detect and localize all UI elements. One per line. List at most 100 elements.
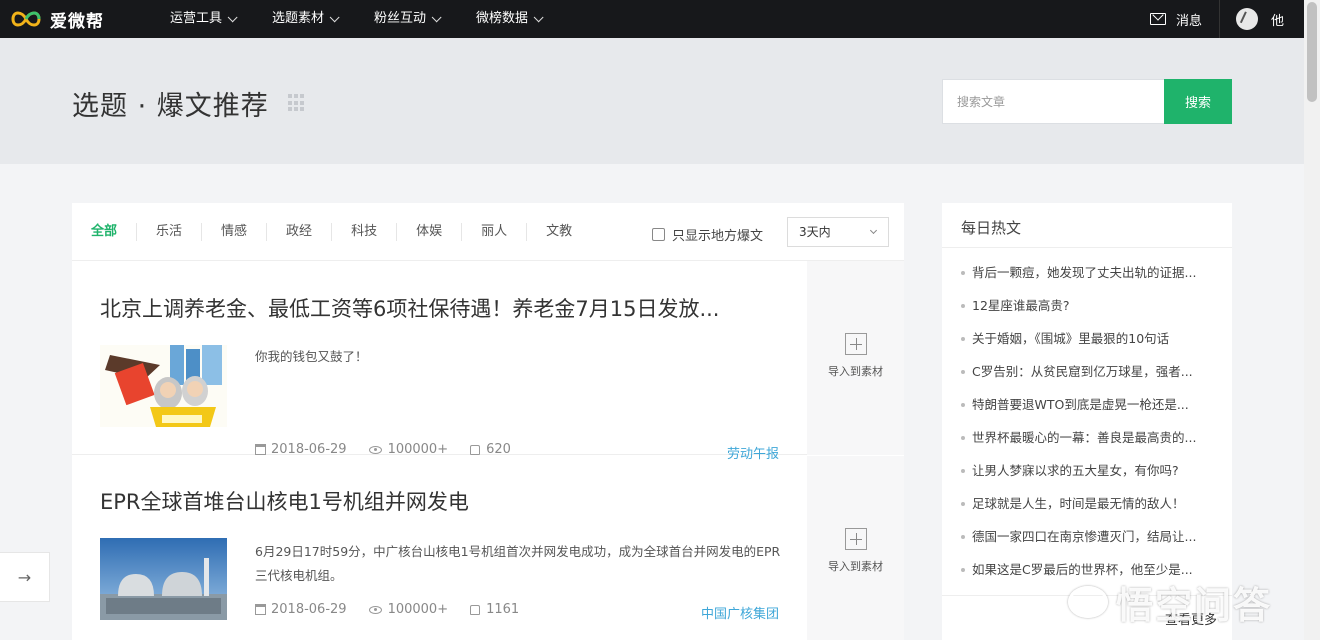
article-meta-row: 2018-06-29 100000+ 620 [255,442,533,457]
nuclear-plant-photo [100,538,227,620]
user-menu[interactable]: 他 [1236,8,1284,30]
tab-politics-economy[interactable]: 政经 [267,223,333,241]
tab-sports-entertainment[interactable]: 体娱 [397,223,463,241]
hot-list-item[interactable]: 让男人梦寐以求的五大星女，有你吗? [942,454,1224,487]
tab-emotion[interactable]: 情感 [202,223,268,241]
hot-list-item[interactable]: 德国一家四口在南京惨遭灭门，结局让... [942,520,1224,553]
search-input[interactable] [942,79,1166,124]
views-meta: 100000+ [368,602,449,617]
plus-icon[interactable] [844,528,867,550]
article-source[interactable]: 中国广核集团 [701,603,779,622]
article-views: 100000+ [387,602,449,617]
filter-bar: 全部 乐活 情感 政经 科技 体娱 丽人 文教 只显示地方爆文 3天内 [72,203,904,261]
nav-item-topic-materials[interactable]: 选题素材 [272,0,340,38]
article-title[interactable]: EPR全球首堆台山核电1号机组并网发电 [100,486,469,516]
import-to-materials[interactable]: 导入到素材 [807,261,904,455]
nav-item-label: 运营工具 [170,11,223,26]
hot-list-item[interactable]: 12星座谁最高贵? [942,289,1224,322]
tab-all[interactable]: 全部 [72,223,138,241]
article-date: 2018-06-29 [271,602,347,617]
hot-list-item[interactable]: 背后一颗痘，她发现了丈夫出轨的证据... [942,256,1224,289]
import-label: 导入到素材 [828,560,883,573]
speech-bubble-icon [1068,586,1108,618]
main-nav: 运营工具 选题素材 粉丝互动 微榜数据 [170,0,578,38]
nav-item-ranking-data[interactable]: 微榜数据 [476,0,544,38]
eye-icon [368,445,382,454]
watermark: 悟空问答 [1068,575,1272,629]
local-only-checkbox[interactable]: 只显示地方爆文 [652,225,763,244]
messages-label: 消息 [1176,13,1203,29]
calendar-icon [255,444,266,455]
messages-link[interactable]: 消息 [1150,0,1202,38]
arrow-right-icon: → [17,567,32,587]
tab-beauty[interactable]: 丽人 [462,223,528,241]
logo-text: 爱微帮 [50,11,104,32]
tab-lifestyle[interactable]: 乐活 [137,223,203,241]
avatar [1236,8,1258,30]
time-range-value: 3天内 [799,225,831,239]
article-thumbnail[interactable] [100,538,227,620]
watermark-text: 悟空问答 [1116,584,1272,627]
category-tabs: 全部 乐活 情感 政经 科技 体娱 丽人 文教 [72,203,591,261]
import-to-materials[interactable]: 导入到素材 [807,456,904,640]
search-button[interactable]: 搜索 [1164,79,1232,124]
hot-list-item[interactable]: 足球就是人生，时间是最无情的敌人！ [942,487,1224,520]
article-likes: 620 [486,442,511,457]
infinity-logo-icon [11,11,41,27]
checkbox-icon[interactable] [652,228,665,241]
side-expand-button[interactable]: → [0,552,50,602]
chevron-down-icon [431,11,442,22]
tab-technology[interactable]: 科技 [332,223,398,241]
views-meta: 100000+ [368,442,449,457]
article-list-card: 全部 乐活 情感 政经 科技 体娱 丽人 文教 只显示地方爆文 3天内 北京上调… [72,203,904,640]
article-summary: 6月29日17时59分，中广核台山核电1号机组首次并网发电成功，成为全球首台并网… [255,544,781,583]
hot-list-item[interactable]: 世界杯最暖心的一幕：善良是最高贵的... [942,421,1224,454]
page-scrollbar[interactable] [1304,0,1320,640]
hot-list-item[interactable]: 关于婚姻，《围城》里最狠的10句话 [942,322,1224,355]
mail-icon [1150,13,1166,25]
calendar-icon [255,604,266,615]
tab-culture-education[interactable]: 文教 [527,223,591,241]
date-meta: 2018-06-29 [255,442,347,457]
chevron-down-icon [533,11,544,22]
article-title[interactable]: 北京上调养老金、最低工资等6项社保待遇！养老金7月15日发放... [100,293,719,323]
hot-list: 背后一颗痘，她发现了丈夫出轨的证据... 12星座谁最高贵? 关于婚姻，《围城》… [942,248,1232,586]
hot-panel-title: 每日热文 [942,203,1232,248]
article-views: 100000+ [387,442,449,457]
article-body: EPR全球首堆台山核电1号机组并网发电 6月29日17时59分，中广核台山核电1… [72,456,807,640]
article-thumbnail[interactable] [100,345,227,427]
nav-item-fan-interaction[interactable]: 粉丝互动 [374,0,442,38]
local-only-label: 只显示地方爆文 [672,229,764,244]
article-item: EPR全球首堆台山核电1号机组并网发电 6月29日17时59分，中广核台山核电1… [72,456,904,640]
hot-list-item[interactable]: 特朗普要退WTO到底是虚晃一枪还是... [942,388,1224,421]
thumbs-up-icon [470,604,481,615]
time-range-select[interactable]: 3天内 [787,217,889,247]
top-nav-bar: 爱微帮 运营工具 选题素材 粉丝互动 微榜数据 消息 他 [0,0,1304,38]
nav-item-label: 微榜数据 [476,11,529,26]
logo[interactable]: 爱微帮 [10,7,104,32]
article-item: 北京上调养老金、最低工资等6项社保待遇！养老金7月15日发放... 你我的钱包又… [72,261,904,462]
eye-icon [368,605,382,614]
hot-list-item[interactable]: C罗告别：从贫民窟到亿万球星，强者... [942,355,1224,388]
page-title: 选题 · 爆文推荐 [72,91,269,122]
article-body: 北京上调养老金、最低工资等6项社保待遇！养老金7月15日发放... 你我的钱包又… [72,261,807,462]
article-date: 2018-06-29 [271,442,347,457]
nav-divider [1219,0,1220,38]
cartoon-pension-illustration [100,345,227,427]
nav-item-label: 粉丝互动 [374,11,427,26]
scrollbar-thumb[interactable] [1307,2,1317,102]
chevron-down-icon [329,11,340,22]
article-summary: 你我的钱包又鼓了！ [255,349,368,364]
chevron-down-icon [227,11,238,22]
import-label: 导入到素材 [828,365,883,378]
article-meta-row: 2018-06-29 100000+ 1161 [255,602,541,617]
plus-icon[interactable] [844,333,867,355]
nav-item-label: 选题素材 [272,11,325,26]
chevron-down-icon [869,226,878,235]
article-likes: 1161 [486,602,520,617]
date-meta: 2018-06-29 [255,602,347,617]
grid-apps-icon[interactable] [288,94,306,112]
nav-item-operations-tools[interactable]: 运营工具 [170,0,238,38]
likes-meta: 620 [470,442,511,457]
thumbs-up-icon [470,444,481,455]
